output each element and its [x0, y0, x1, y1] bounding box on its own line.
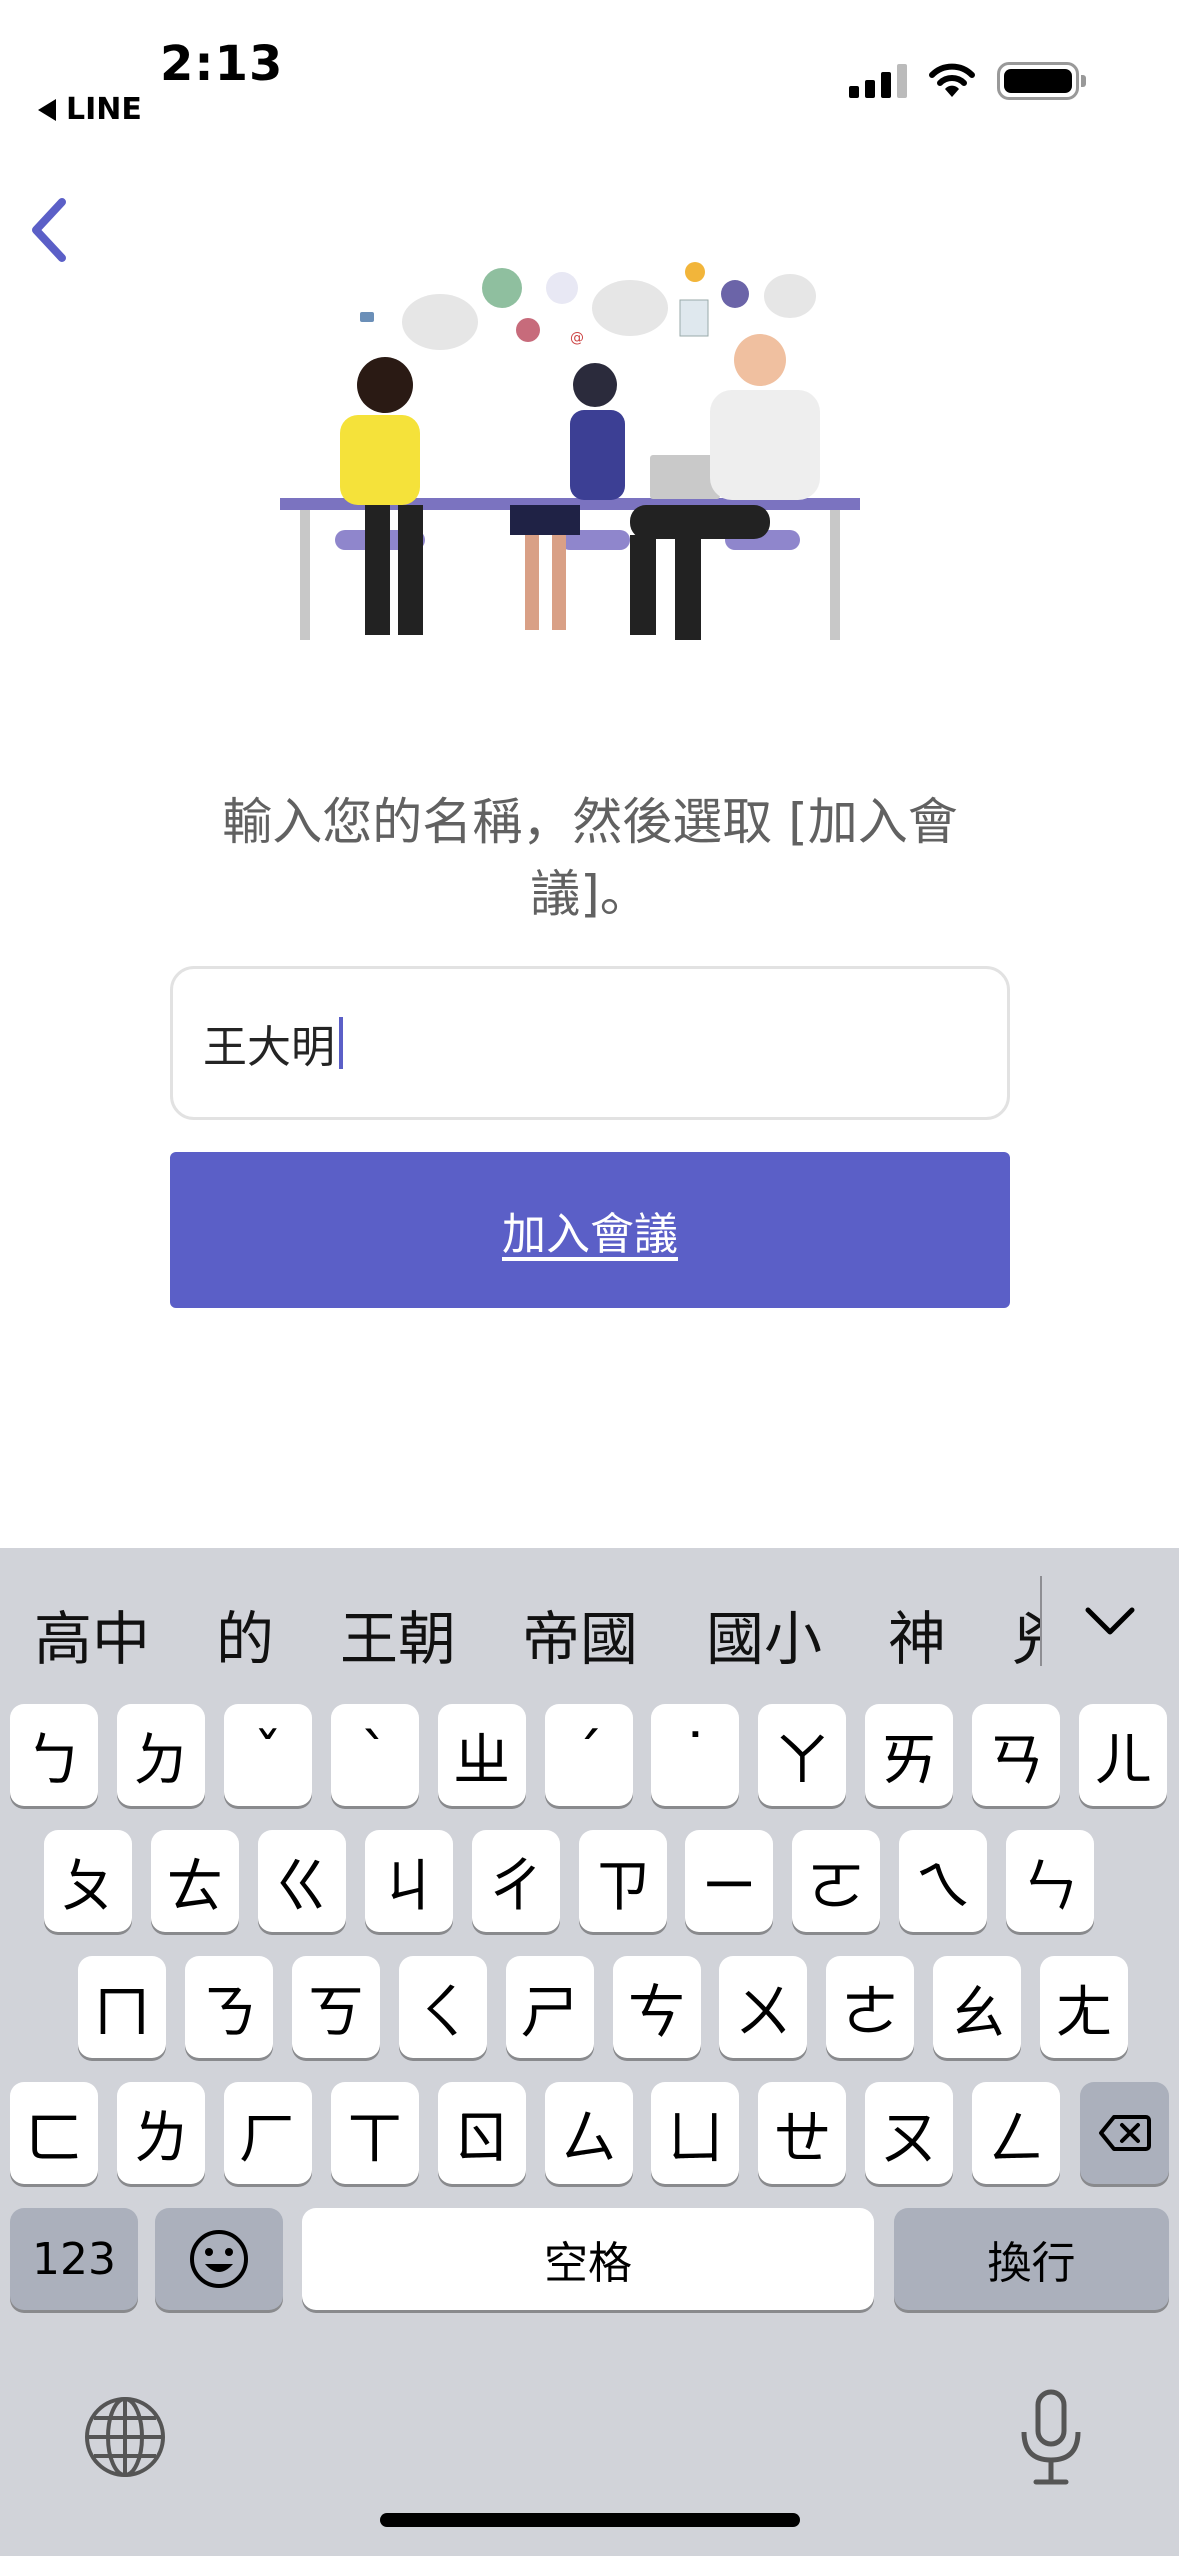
emoji-key[interactable]	[155, 2208, 283, 2310]
status-time: 2:13	[160, 36, 284, 92]
key[interactable]: ㄐ	[364, 1830, 453, 1932]
home-indicator[interactable]	[380, 2513, 800, 2527]
emoji-icon	[190, 2230, 248, 2288]
back-triangle-icon	[38, 98, 56, 121]
key[interactable]: ㄗ	[578, 1830, 667, 1932]
candidate-item[interactable]: 的	[216, 1592, 274, 1676]
key[interactable]: ˋ	[330, 1704, 419, 1806]
key[interactable]: ㄣ	[1006, 1830, 1095, 1932]
candidate-item[interactable]: 神	[888, 1592, 946, 1676]
key[interactable]: ㄜ	[826, 1956, 915, 2058]
key[interactable]: ㄛ	[792, 1830, 881, 1932]
back-chevron-icon[interactable]	[20, 190, 80, 270]
key[interactable]: ㄏ	[223, 2082, 312, 2184]
chevron-down-icon[interactable]	[1082, 1596, 1138, 1646]
key[interactable]: ˙	[651, 1704, 740, 1806]
key[interactable]: ㄕ	[505, 1956, 594, 2058]
globe-icon[interactable]	[82, 2394, 168, 2480]
key[interactable]: ㄈ	[10, 2082, 98, 2184]
key[interactable]: ㄍ	[257, 1830, 346, 1932]
wifi-icon	[929, 63, 975, 97]
join-meeting-button[interactable]: 加入會議	[170, 1152, 1010, 1308]
key[interactable]: ㄇ	[78, 1956, 166, 2058]
meeting-illustration: @	[280, 262, 860, 640]
delete-backspace-icon	[1098, 2115, 1151, 2151]
key[interactable]: ㄡ	[865, 2082, 954, 2184]
candidate-bar: 高中 的 王朝 帝國 國小 神 兇	[0, 1548, 1179, 1698]
key[interactable]: ˊ	[544, 1704, 633, 1806]
candidate-item[interactable]: 國小	[706, 1592, 822, 1676]
svg-text:@: @	[570, 330, 584, 346]
candidate-item[interactable]: 帝國	[522, 1592, 638, 1676]
key[interactable]: ㄎ	[291, 1956, 380, 2058]
candidate-divider	[1040, 1576, 1042, 1666]
key[interactable]: ㄠ	[933, 1956, 1022, 2058]
key[interactable]: ㄅ	[10, 1704, 98, 1806]
delete-key[interactable]	[1080, 2082, 1169, 2184]
key[interactable]: ㄢ	[972, 1704, 1061, 1806]
key[interactable]: ㄞ	[865, 1704, 954, 1806]
key[interactable]: ㄤ	[1040, 1956, 1129, 2058]
key[interactable]: ㄨ	[719, 1956, 808, 2058]
key[interactable]: ㄉ	[116, 1704, 205, 1806]
key[interactable]: ㄙ	[544, 2082, 633, 2184]
key[interactable]: ㄘ	[612, 1956, 701, 2058]
key[interactable]: ㄦ	[1079, 1704, 1167, 1806]
key[interactable]: ˇ	[223, 1704, 312, 1806]
candidate-item[interactable]: 兇	[1012, 1592, 1040, 1676]
back-app-label: LINE	[66, 92, 142, 127]
name-input[interactable]: 王大明	[170, 966, 1010, 1120]
numbers-key[interactable]: 123	[10, 2208, 138, 2310]
name-input-value: 王大明	[203, 1022, 335, 1073]
battery-icon	[997, 62, 1086, 100]
key[interactable]: ㄊ	[150, 1830, 239, 1932]
microphone-icon[interactable]	[1016, 2388, 1086, 2488]
key[interactable]: ㄆ	[44, 1830, 132, 1932]
status-icons	[849, 62, 1086, 100]
key[interactable]: ㄑ	[398, 1956, 487, 2058]
key[interactable]: ㄧ	[685, 1830, 774, 1932]
key[interactable]: ㄩ	[651, 2082, 740, 2184]
key[interactable]: ㄔ	[471, 1830, 560, 1932]
candidate-item[interactable]: 王朝	[340, 1592, 456, 1676]
keyboard: 高中 的 王朝 帝國 國小 神 兇 ㄅㄉˇˋㄓˊ˙ㄚㄞㄢㄦㄆㄊㄍㄐㄔㄗㄧㄛㄟㄣㄇ…	[0, 1548, 1179, 2556]
back-to-app-link[interactable]: LINE	[38, 92, 142, 127]
key[interactable]: ㄖ	[437, 2082, 526, 2184]
key[interactable]: ㄝ	[758, 2082, 847, 2184]
key[interactable]: ㄚ	[758, 1704, 847, 1806]
cellular-signal-icon	[849, 64, 907, 98]
key[interactable]: ㄌ	[116, 2082, 205, 2184]
text-caret	[339, 1017, 343, 1069]
key[interactable]: ㄓ	[437, 1704, 526, 1806]
key[interactable]: ㄥ	[972, 2082, 1061, 2184]
return-key[interactable]: 換行	[894, 2208, 1169, 2310]
key[interactable]: ㄋ	[184, 1956, 273, 2058]
instruction-text: 輸入您的名稱，然後選取 [加入會議]。	[222, 793, 958, 923]
candidate-item[interactable]: 高中	[34, 1592, 150, 1676]
space-key[interactable]: 空格	[302, 2208, 874, 2310]
key[interactable]: ㄟ	[899, 1830, 988, 1932]
key[interactable]: ㄒ	[330, 2082, 419, 2184]
